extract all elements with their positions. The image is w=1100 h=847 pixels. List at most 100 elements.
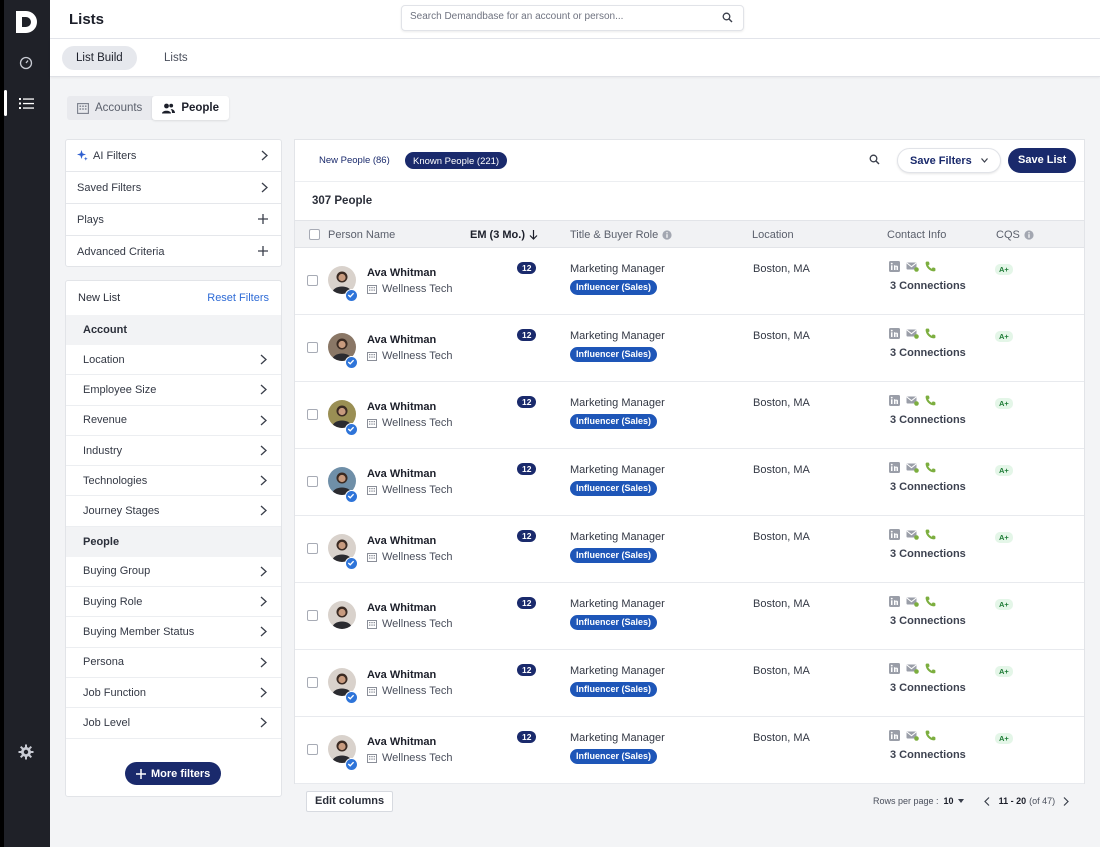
row-checkbox[interactable] [307, 476, 318, 487]
email-icon[interactable] [906, 597, 919, 607]
col-title[interactable]: Title & Buyer Role [570, 229, 672, 241]
linkedin-icon[interactable] [889, 462, 900, 473]
connections-count[interactable]: 3 Connections [890, 749, 966, 761]
table-row[interactable]: Ava Whitman Wellness Tech 12 Marketing Mana… [295, 516, 1084, 583]
edit-columns-button[interactable]: Edit columns [306, 791, 394, 812]
phone-icon[interactable] [925, 261, 936, 272]
col-location[interactable]: Location [752, 229, 794, 241]
row-checkbox[interactable] [307, 677, 318, 688]
email-icon[interactable] [906, 463, 919, 473]
phone-icon[interactable] [925, 663, 936, 674]
global-search[interactable] [401, 5, 744, 31]
email-icon[interactable] [906, 396, 919, 406]
criteria-item[interactable]: Location [66, 345, 281, 376]
linkedin-icon[interactable] [889, 395, 900, 406]
tab-lists[interactable]: Lists [150, 46, 202, 70]
avatar[interactable] [328, 601, 356, 629]
table-row[interactable]: Ava Whitman Wellness Tech 12 Marketing Mana… [295, 315, 1084, 382]
linkedin-icon[interactable] [889, 663, 900, 674]
row-checkbox[interactable] [307, 610, 318, 621]
toggle-accounts[interactable]: Accounts [67, 96, 152, 120]
row-checkbox[interactable] [307, 342, 318, 353]
save-list-button[interactable]: Save List [1008, 148, 1077, 173]
person-company[interactable]: Wellness Tech [367, 752, 453, 764]
criteria-item[interactable]: Employee Size [66, 375, 281, 406]
connections-count[interactable]: 3 Connections [890, 481, 966, 493]
person-company[interactable]: Wellness Tech [367, 618, 453, 630]
tab-list-build[interactable]: List Build [62, 46, 137, 70]
settings-gear-icon[interactable] [12, 738, 40, 766]
phone-icon[interactable] [925, 395, 936, 406]
connections-count[interactable]: 3 Connections [890, 548, 966, 560]
person-name[interactable]: Ava Whitman [367, 669, 436, 681]
person-company[interactable]: Wellness Tech [367, 551, 453, 563]
person-name[interactable]: Ava Whitman [367, 602, 436, 614]
list-icon[interactable] [12, 89, 40, 117]
table-row[interactable]: Ava Whitman Wellness Tech 12 Marketing Mana… [295, 717, 1084, 784]
criteria-item[interactable]: Job Function [66, 678, 281, 709]
prev-page-icon[interactable] [983, 796, 990, 806]
email-icon[interactable] [906, 664, 919, 674]
person-name[interactable]: Ava Whitman [367, 401, 436, 413]
row-checkbox[interactable] [307, 744, 318, 755]
criteria-item[interactable]: Journey Stages [66, 496, 281, 527]
connections-count[interactable]: 3 Connections [890, 280, 966, 292]
col-person-name[interactable]: Person Name [328, 229, 395, 241]
next-page-icon[interactable] [1063, 796, 1069, 806]
person-company[interactable]: Wellness Tech [367, 484, 453, 496]
filter-saved[interactable]: Saved Filters [66, 172, 281, 204]
email-icon[interactable] [906, 530, 919, 540]
row-checkbox[interactable] [307, 275, 318, 286]
col-cqs[interactable]: CQS [996, 229, 1034, 241]
person-company[interactable]: Wellness Tech [367, 417, 453, 429]
connections-count[interactable]: 3 Connections [890, 615, 966, 627]
col-em[interactable]: EM (3 Mo.) [470, 229, 538, 241]
linkedin-icon[interactable] [889, 529, 900, 540]
row-checkbox[interactable] [307, 409, 318, 420]
chip-known-people[interactable]: Known People (221) [405, 152, 508, 169]
person-company[interactable]: Wellness Tech [367, 283, 453, 295]
search-icon[interactable] [869, 154, 880, 165]
email-icon[interactable] [906, 329, 919, 339]
rows-per-page-select[interactable]: 10 [944, 796, 954, 806]
search-icon[interactable] [722, 12, 733, 23]
table-row[interactable]: Ava Whitman Wellness Tech 12 Marketing Mana… [295, 449, 1084, 516]
save-filters-button[interactable]: Save Filters [897, 148, 1001, 173]
person-name[interactable]: Ava Whitman [367, 267, 436, 279]
criteria-item[interactable]: Revenue [66, 406, 281, 436]
connections-count[interactable]: 3 Connections [890, 414, 966, 426]
person-name[interactable]: Ava Whitman [367, 736, 436, 748]
table-row[interactable]: Ava Whitman Wellness Tech 12 Marketing Mana… [295, 248, 1084, 315]
filter-plays[interactable]: Plays [66, 204, 281, 236]
criteria-item[interactable]: Buying Group [66, 557, 281, 588]
person-name[interactable]: Ava Whitman [367, 334, 436, 346]
select-all-checkbox[interactable] [309, 229, 320, 240]
table-row[interactable]: Ava Whitman Wellness Tech 12 Marketing Mana… [295, 583, 1084, 650]
dashboard-icon[interactable] [12, 49, 40, 77]
phone-icon[interactable] [925, 462, 936, 473]
demandbase-logo[interactable] [13, 9, 39, 35]
criteria-item[interactable]: Job Level [66, 708, 281, 739]
linkedin-icon[interactable] [889, 596, 900, 607]
person-company[interactable]: Wellness Tech [367, 685, 453, 697]
caret-down-icon[interactable] [957, 799, 964, 803]
toggle-people[interactable]: People [152, 96, 230, 120]
criteria-item[interactable]: Technologies [66, 466, 281, 497]
linkedin-icon[interactable] [889, 328, 900, 339]
email-icon[interactable] [906, 731, 919, 741]
col-contact-info[interactable]: Contact Info [887, 229, 946, 241]
connections-count[interactable]: 3 Connections [890, 682, 966, 694]
filter-advanced[interactable]: Advanced Criteria [66, 236, 281, 268]
connections-count[interactable]: 3 Connections [890, 347, 966, 359]
table-row[interactable]: Ava Whitman Wellness Tech 12 Marketing Mana… [295, 382, 1084, 449]
search-input[interactable] [410, 11, 710, 22]
phone-icon[interactable] [925, 730, 936, 741]
email-icon[interactable] [906, 262, 919, 272]
person-company[interactable]: Wellness Tech [367, 350, 453, 362]
criteria-item[interactable]: Persona [66, 648, 281, 678]
chip-new-people[interactable]: New People (86) [312, 152, 397, 169]
person-name[interactable]: Ava Whitman [367, 535, 436, 547]
linkedin-icon[interactable] [889, 261, 900, 272]
phone-icon[interactable] [925, 529, 936, 540]
reset-filters-link[interactable]: Reset Filters [207, 292, 269, 304]
